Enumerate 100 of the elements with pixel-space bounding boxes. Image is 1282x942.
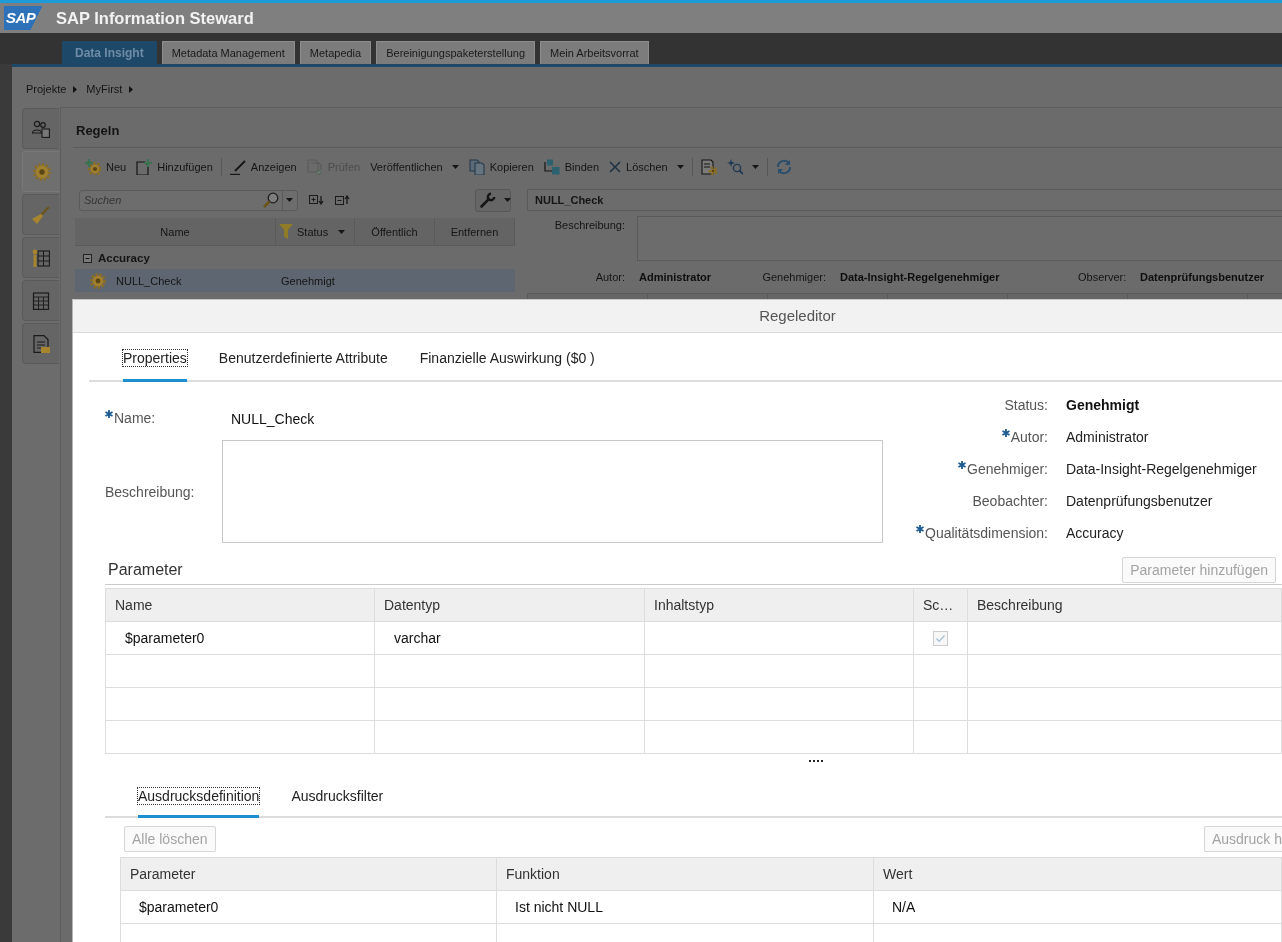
field-value: Data-Insight-Regelgenehmiger <box>1066 461 1257 477</box>
refresh-icon <box>775 159 792 175</box>
breadcrumb-link[interactable]: Projekte <box>26 83 67 95</box>
caret-down-icon <box>338 229 346 234</box>
nav-tab[interactable]: Bereinigungspaketerstellung <box>376 41 535 64</box>
tab[interactable]: Ausdrucksfilter <box>291 774 384 818</box>
copy-icon <box>468 159 485 175</box>
table-cell: Ist nicht NULL <box>515 899 603 915</box>
table-cell: $parameter0 <box>139 899 219 915</box>
field-label: Autor: <box>1010 429 1048 445</box>
brush-icon <box>32 205 50 224</box>
grid-icon <box>32 291 50 310</box>
caret-down-icon <box>676 165 684 169</box>
nav-tab[interactable]: Mein Arbeitsvorrat <box>540 41 649 64</box>
column-header[interactable]: Funktion <box>506 866 560 882</box>
tab[interactable]: Ausdrucksdefinition <box>138 774 260 818</box>
toolbar-button[interactable]: Binden <box>538 156 605 178</box>
side-tab[interactable] <box>22 237 59 278</box>
caret-down-icon <box>286 198 293 202</box>
name-value: NULL_Check <box>230 410 316 429</box>
table-cell: NULL_Check <box>116 274 182 287</box>
field-value: Administrator <box>639 271 713 283</box>
table-cell: Genehmigt <box>281 274 335 287</box>
field-label: Status: <box>1004 397 1048 413</box>
table-cell: $parameter0 <box>125 630 205 646</box>
app-title: SAP Information Steward <box>56 8 254 28</box>
tools-button[interactable] <box>475 188 511 212</box>
delete-icon <box>609 161 622 173</box>
field-label: Observer: <box>1078 271 1126 283</box>
toolbar-button[interactable]: Kopieren <box>463 156 539 178</box>
breadcrumb-link[interactable]: MyFirst <box>86 83 123 95</box>
column-header[interactable]: Öffentlich <box>355 218 435 245</box>
field-label: Autor: <box>594 271 625 283</box>
column-header[interactable]: Datentyp <box>384 597 441 613</box>
table-cell: N/A <box>892 899 916 915</box>
toolbar-button[interactable]: Hinzufügen <box>131 156 218 178</box>
field-value: Datenprüfungsbenutzer <box>1066 493 1214 509</box>
caret-down-icon <box>751 165 759 169</box>
collapse-icon[interactable] <box>83 253 92 263</box>
filter-icon <box>279 224 293 239</box>
side-tab[interactable] <box>22 194 59 235</box>
field-label: Qualitätsdimension: <box>925 525 1048 541</box>
collapse-all-icon <box>335 195 350 205</box>
field-value: Accuracy <box>1066 525 1125 541</box>
document-check-icon <box>306 159 323 175</box>
toolbar-button[interactable]: Löschen <box>604 156 689 178</box>
expand-all-icon <box>309 195 324 205</box>
side-tab[interactable] <box>22 108 59 149</box>
field-label: Genehmiger: <box>762 271 826 283</box>
nav-tab[interactable]: Metapedia <box>299 41 372 64</box>
tab[interactable]: Finanzielle Auswirkung ($0 ) <box>419 333 595 382</box>
dialog-title: Regeleditor <box>73 300 1282 333</box>
toolbar-button[interactable]: Anzeigen <box>224 156 302 178</box>
search-icon <box>263 192 279 208</box>
sparkle-search-icon <box>726 159 743 175</box>
gear-plus-icon <box>85 159 101 175</box>
caret-right-icon <box>129 85 134 93</box>
gear-icon <box>90 272 106 289</box>
field-label: Genehmiger: <box>967 461 1048 477</box>
field-value: Administrator <box>1066 429 1150 445</box>
panel-title: Regeln <box>76 123 120 138</box>
nav-tab[interactable]: Metadata Management <box>161 41 295 64</box>
gear-icon <box>32 162 51 181</box>
side-tab[interactable] <box>22 323 59 364</box>
rule-name-field: NULL_Check <box>527 189 1282 211</box>
group-label: Accuracy <box>98 252 150 264</box>
field-value: Datenprüfungsbenutzer <box>1140 271 1266 283</box>
caret-down-icon <box>504 198 511 202</box>
caret-down-icon <box>451 165 459 169</box>
field-label: Name: <box>114 410 156 426</box>
column-header[interactable]: Inhaltstyp <box>654 597 714 613</box>
pencil-icon <box>229 159 246 175</box>
field-label: Beschreibung: <box>553 218 625 233</box>
document-plus-icon <box>136 159 153 175</box>
caret-right-icon <box>73 85 78 93</box>
wrench-icon <box>480 192 496 208</box>
column-header[interactable]: Entfernen <box>435 218 515 245</box>
table-icon <box>32 248 50 267</box>
boxes-icon <box>543 159 560 175</box>
column-header[interactable]: Beschreibung <box>977 597 1063 613</box>
users-icon <box>32 119 50 138</box>
tab[interactable]: Properties <box>123 333 187 382</box>
table-row[interactable]: NULL_Check Genehmigt <box>75 269 515 292</box>
column-header[interactable]: Sc… <box>923 597 954 613</box>
tab[interactable]: Benutzerdefinierte Attribute <box>218 333 388 382</box>
section-title: Parameter <box>108 560 183 579</box>
field-value: Data-Insight-Regelgenehmiger <box>840 271 1001 283</box>
column-header[interactable]: Wert <box>883 866 913 882</box>
column-header[interactable]: Name <box>115 597 153 613</box>
table-cell: varchar <box>394 630 441 646</box>
toolbar-button[interactable]: Neu <box>80 156 132 178</box>
document-icon <box>32 334 50 353</box>
document-gear-icon <box>700 159 717 175</box>
column-header[interactable]: Parameter <box>130 866 196 882</box>
column-header[interactable]: Name <box>75 218 276 245</box>
toolbar-button[interactable]: Veröffentlichen <box>365 156 464 178</box>
side-tab[interactable] <box>22 280 59 321</box>
field-label: Beobachter: <box>972 493 1048 509</box>
column-header[interactable]: Status <box>276 218 355 245</box>
nav-tab[interactable]: Data Insight <box>62 41 157 64</box>
